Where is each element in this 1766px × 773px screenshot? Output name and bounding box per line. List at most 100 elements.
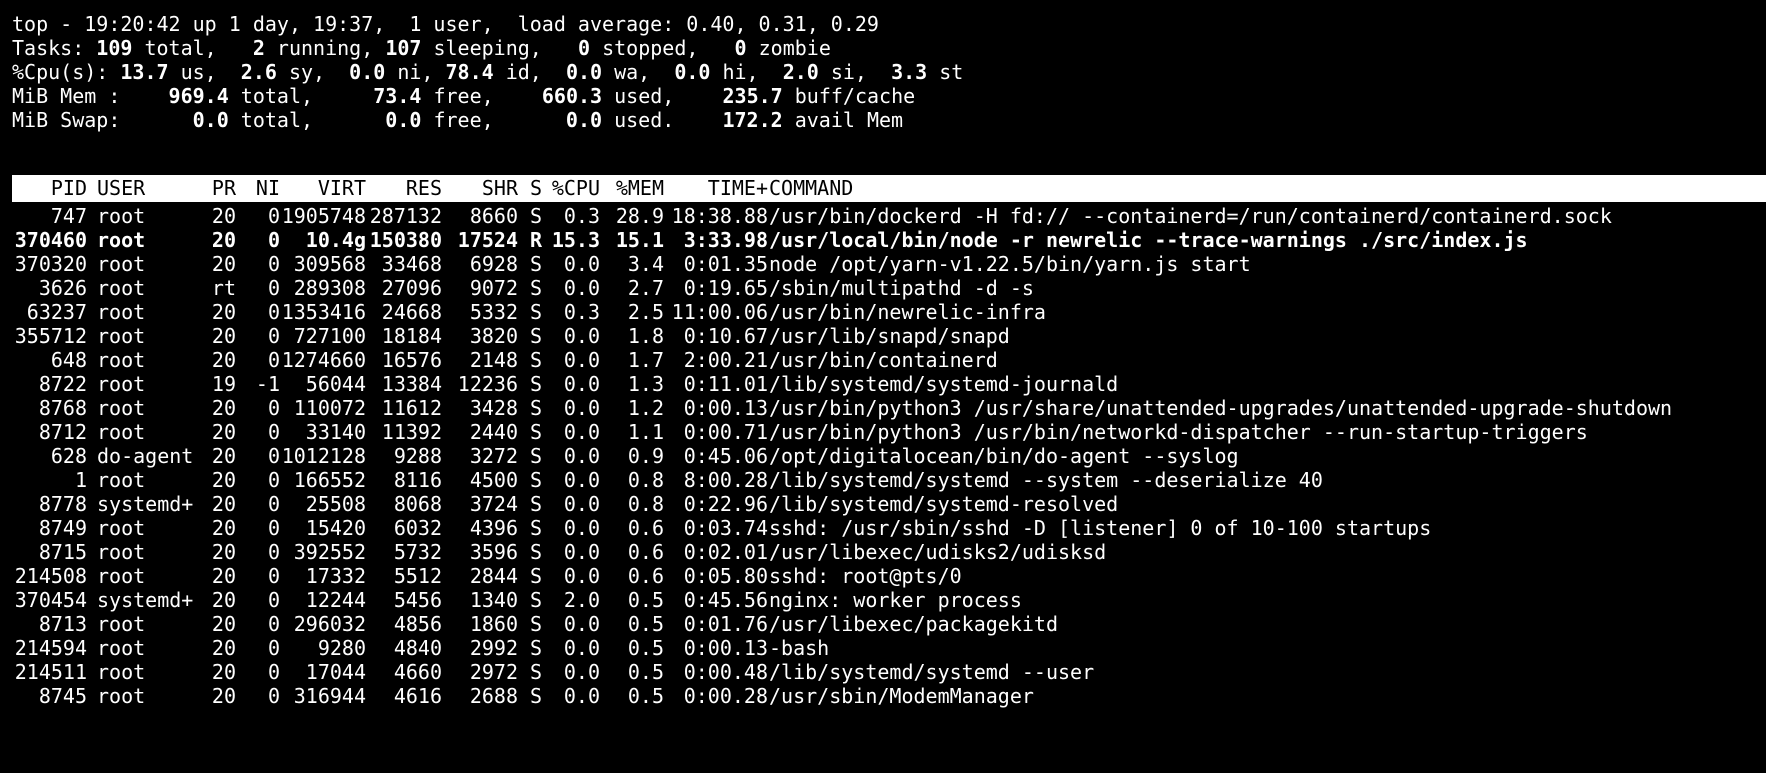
- column-header-virt: VIRT: [317, 176, 366, 200]
- cell-ni: 0: [267, 468, 280, 492]
- mem-buff-suffix: buff/cache: [782, 84, 916, 108]
- process-row[interactable]: 8749 root 20 0 15420 6032 4396 S 0.0 0.6 0:03.74 ss…: [12, 515, 1766, 542]
- cell-res: 8116: [393, 468, 442, 492]
- mem-free-suffix: free,: [421, 84, 542, 108]
- cell-shr: 1860: [469, 612, 518, 636]
- cell-virt: 1905748: [281, 204, 366, 228]
- cell-pr: 19: [211, 372, 236, 396]
- cell-pid: 8715: [38, 540, 87, 564]
- process-row[interactable]: 355712 root 20 0 727100 18184 3820 S 0.0 1.8 0:10.…: [12, 323, 1766, 350]
- cell-pr: 20: [211, 588, 236, 612]
- swap-label: MiB Swap:: [12, 108, 193, 132]
- cell-user: root: [97, 228, 146, 252]
- process-row[interactable]: 3626 root rt 0 289308 27096 9072 S 0.0 2.7 0:19.65…: [12, 275, 1766, 302]
- cell-res: 150380: [369, 228, 442, 252]
- process-row[interactable]: 8768 root 20 0 110072 11612 3428 S 0.0 1.2 0:00.13…: [12, 395, 1766, 422]
- process-row[interactable]: 370460 root 20 0 10.4g 150380 17524 R 15.3 15.1 3:…: [12, 227, 1766, 254]
- cell-user: root: [97, 252, 146, 276]
- cell-shr: 6928: [469, 252, 518, 276]
- tasks-zombie-suffix: zombie: [746, 36, 831, 60]
- process-row[interactable]: 8712 root 20 0 33140 11392 2440 S 0.0 1.1 0:00.71/…: [12, 419, 1766, 446]
- tasks-total-suffix: total,: [132, 36, 253, 60]
- cell-mem: 0.9: [627, 444, 664, 468]
- process-row[interactable]: 8715 root 20 0 392552 5732 3596 S 0.0 0.6 0:02.01/…: [12, 539, 1766, 566]
- process-row[interactable]: 63237 root 20 0 1353416 24668 5332 S 0.3 2.5 11:00…: [12, 299, 1766, 326]
- cell-virt: 9280: [317, 636, 366, 660]
- cell-pr: 20: [211, 492, 236, 516]
- column-header-mem: %MEM: [615, 176, 664, 200]
- cell-mem: 0.8: [627, 468, 664, 492]
- cell-time: 18:38.88: [671, 204, 768, 228]
- cell-cpu: 0.0: [563, 372, 600, 396]
- cell-pid: 8722: [38, 372, 87, 396]
- cell-shr: 2844: [469, 564, 518, 588]
- cell-shr: 2972: [469, 660, 518, 684]
- cell-res: 11392: [381, 420, 442, 444]
- column-header-pid: PID: [50, 176, 87, 200]
- tasks-stopped-suffix: stopped,: [590, 36, 735, 60]
- cpu-ni: 0.0: [349, 60, 386, 84]
- cell-mem: 0.8: [627, 492, 664, 516]
- process-row[interactable]: 8713 root 20 0 296032 4856 1860 S 0.0 0.5 0:01.76/…: [12, 611, 1766, 638]
- process-row[interactable]: 648 root 20 0 1274660 16576 2148 S 0.0 1.7 2:00.21…: [12, 347, 1766, 374]
- tasks-running: 2: [252, 36, 265, 60]
- cpu-si-suffix: si,: [818, 60, 892, 84]
- cell-user: root: [97, 348, 146, 372]
- cell-pid: 370460: [14, 228, 87, 252]
- cell-cpu: 2.0: [563, 588, 600, 612]
- cpu-ni-suffix: ni,: [385, 60, 446, 84]
- cell-res: 8068: [393, 492, 442, 516]
- cell-res: 9288: [393, 444, 442, 468]
- cell-shr: 3272: [469, 444, 518, 468]
- cell-mem: 2.5: [627, 300, 664, 324]
- process-row[interactable]: 8722 root 19 -1 56044 13384 12236 S 0.0 1.3 0:11.0…: [12, 371, 1766, 398]
- cell-time: 0:11.01: [683, 372, 768, 396]
- cell-res: 6032: [393, 516, 442, 540]
- cell-shr: 3820: [469, 324, 518, 348]
- cell-virt: 12244: [305, 588, 366, 612]
- tasks-label: Tasks:: [12, 36, 97, 60]
- cell-command: sshd: root@pts/0: [769, 564, 962, 588]
- process-row[interactable]: 370454 systemd+ 20 0 12244 5456 1340 S 2.0 0.5 0:4…: [12, 587, 1766, 614]
- summary-cpu-line: %Cpu(s): 13.7 us, 2.6 sy, 0.0 ni, 78.4 i…: [12, 59, 963, 86]
- process-row[interactable]: 8745 root 20 0 316944 4616 2688 S 0.0 0.5 0:00.28/…: [12, 683, 1766, 710]
- process-row[interactable]: 8778 systemd+ 20 0 25508 8068 3724 S 0.0 0.8 0:22.…: [12, 491, 1766, 518]
- cell-mem: 15.1: [615, 228, 664, 252]
- cell-shr: 2688: [469, 684, 518, 708]
- cpu-us: 13.7: [120, 60, 169, 84]
- process-row[interactable]: 747 root 20 0 1905748 287132 8660 S 0.3 28.9 18:38…: [12, 203, 1766, 230]
- cell-virt: 33140: [305, 420, 366, 444]
- mem-buff: 235.7: [722, 84, 783, 108]
- cell-ni: 0: [267, 420, 280, 444]
- cell-mem: 0.6: [627, 564, 664, 588]
- summary-swap-line: MiB Swap: 0.0 total, 0.0 free, 0.0 used.…: [12, 107, 903, 134]
- cell-mem: 0.5: [627, 588, 664, 612]
- process-row[interactable]: 370320 root 20 0 309568 33468 6928 S 0.0 3.4 0:01.…: [12, 251, 1766, 278]
- cell-mem: 0.5: [627, 684, 664, 708]
- cell-virt: 110072: [293, 396, 366, 420]
- cell-time: 0:00.13: [683, 636, 768, 660]
- cell-shr: 2440: [469, 420, 518, 444]
- process-row[interactable]: 214594 root 20 0 9280 4840 2992 S 0.0 0.5 0:00.13-…: [12, 635, 1766, 662]
- cell-pid: 370320: [14, 252, 87, 276]
- process-row[interactable]: 214511 root 20 0 17044 4660 2972 S 0.0 0.5 0:00.48…: [12, 659, 1766, 686]
- process-row[interactable]: 1 root 20 0 166552 8116 4500 S 0.0 0.8 8:00.28/lib…: [12, 467, 1766, 494]
- terminal-window[interactable]: top - 19:20:42 up 1 day, 19:37, 1 user, …: [0, 0, 1766, 773]
- cell-virt: 17044: [305, 660, 366, 684]
- cell-virt: 15420: [305, 516, 366, 540]
- cell-virt: 166552: [293, 468, 366, 492]
- cell-pr: 20: [211, 228, 236, 252]
- column-header-command: COMMAND: [769, 176, 854, 200]
- cell-ni: 0: [267, 660, 280, 684]
- process-row[interactable]: 214508 root 20 0 17332 5512 2844 S 0.0 0.6 0:05.80…: [12, 563, 1766, 590]
- cell-mem: 0.6: [627, 540, 664, 564]
- cell-cpu: 0.0: [563, 396, 600, 420]
- process-row[interactable]: 628 do-agent 20 0 1012128 9288 3272 S 0.0 0.9 0:45…: [12, 443, 1766, 470]
- cell-mem: 0.6: [627, 516, 664, 540]
- swap-free: 0.0: [385, 108, 422, 132]
- cell-virt: 727100: [293, 324, 366, 348]
- cell-ni: 0: [267, 612, 280, 636]
- cell-pid: 3626: [38, 276, 87, 300]
- cell-pid: 214508: [14, 564, 87, 588]
- cell-time: 0:45.06: [683, 444, 768, 468]
